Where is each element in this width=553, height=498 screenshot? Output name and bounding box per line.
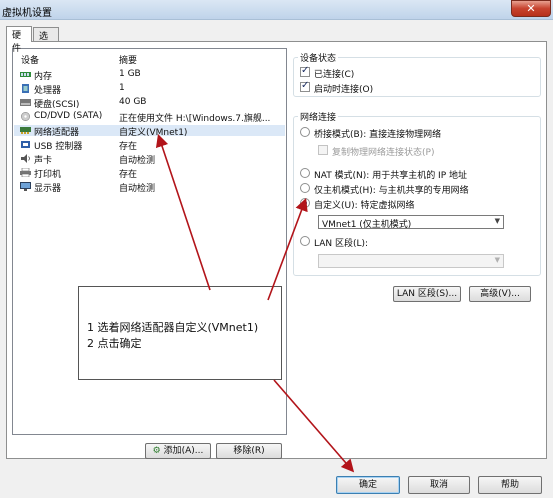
device-summary: 自定义(VMnet1): [119, 128, 188, 138]
device-name: 内存: [34, 72, 53, 82]
device-name: CD/DVD (SATA): [34, 111, 103, 121]
sound-card-icon: [21, 154, 30, 163]
device-name: 处理器: [34, 86, 62, 96]
device-summary: 自动检测: [119, 184, 156, 194]
instruction-step-2: 2 点击确定: [87, 337, 142, 350]
network-adapter-icon: [20, 127, 31, 134]
device-row-usb-controller[interactable]: USB 控制器 存在: [14, 139, 285, 152]
nat-label: NAT 模式(N): 用于共享主机的 IP 地址: [314, 171, 468, 181]
device-row-display[interactable]: 显示器 自动检测: [14, 181, 285, 194]
lan-segments-button[interactable]: LAN 区段(S)...: [393, 286, 461, 302]
window-title: 虚拟机设置: [2, 8, 52, 19]
bridged-radio[interactable]: [300, 127, 310, 137]
cancel-button[interactable]: 取消: [408, 476, 470, 494]
device-summary: 正在使用文件 H:\[Windows.7.旗舰...: [119, 114, 271, 124]
device-summary: 1: [119, 83, 125, 93]
vm-settings-window: 虚拟机设置 ✕ 硬件 选项 设备 摘要 内存 1 GB 处理器 1 硬盘(SCS…: [0, 0, 553, 498]
device-name: USB 控制器: [34, 142, 83, 152]
chevron-down-icon: ▼: [494, 256, 500, 264]
connected-label: 已连接(C): [314, 70, 355, 80]
connect-at-power-on-label: 启动时连接(O): [314, 85, 374, 95]
host-only-radio[interactable]: [300, 183, 310, 193]
nat-radio[interactable]: [300, 168, 310, 178]
column-header-summary[interactable]: 摘要: [119, 53, 137, 66]
column-header-device[interactable]: 设备: [21, 53, 39, 66]
cd-dvd-icon: [21, 112, 30, 121]
help-button[interactable]: 帮助: [478, 476, 542, 494]
replicate-state-label: 复制物理网络连接状态(P): [332, 148, 435, 158]
custom-network-select[interactable]: VMnet1 (仅主机模式) ▼: [318, 215, 504, 230]
processor-icon: [22, 84, 29, 93]
device-row-hard-disk[interactable]: 硬盘(SCSI) 40 GB: [14, 97, 285, 110]
chevron-down-icon: ▼: [494, 217, 500, 225]
device-summary: 存在: [119, 170, 138, 180]
device-summary: 自动检测: [119, 156, 156, 166]
instruction-callout: 1 选着网络适配器自定义(VMnet1) 2 点击确定: [78, 286, 282, 380]
device-row-sound-card[interactable]: 声卡 自动检测: [14, 153, 285, 166]
device-row-printer[interactable]: 打印机 存在: [14, 167, 285, 180]
title-bar: 虚拟机设置 ✕: [0, 0, 553, 20]
device-name: 硬盘(SCSI): [34, 100, 80, 110]
advanced-button[interactable]: 高级(V)...: [469, 286, 531, 302]
add-device-label: 添加(A)...: [163, 446, 204, 456]
tab-hardware[interactable]: 硬件: [6, 26, 32, 54]
device-row-memory[interactable]: 内存 1 GB: [14, 69, 285, 82]
lan-segment-label: LAN 区段(L):: [314, 239, 369, 249]
device-row-cd-dvd[interactable]: CD/DVD (SATA) 正在使用文件 H:\[Windows.7.旗舰...: [14, 111, 285, 124]
host-only-label: 仅主机模式(H): 与主机共享的专用网络: [314, 186, 469, 196]
lan-segment-radio[interactable]: [300, 236, 310, 246]
device-row-processor[interactable]: 处理器 1: [14, 83, 285, 96]
remove-device-button[interactable]: 移除(R): [216, 443, 282, 459]
device-summary: 1 GB: [119, 69, 141, 79]
connect-at-power-on-checkbox[interactable]: [300, 80, 310, 92]
device-name: 声卡: [34, 156, 53, 166]
lan-segment-select[interactable]: ▼: [318, 254, 504, 268]
add-device-button[interactable]: ⚙ 添加(A)...: [145, 443, 211, 459]
memory-icon: [20, 72, 31, 77]
add-device-icon: ⚙: [152, 446, 161, 456]
device-name: 网络适配器: [34, 128, 80, 138]
network-connection-group: 网络连接: [293, 110, 541, 276]
close-button[interactable]: ✕: [511, 0, 551, 17]
instruction-step-1: 1 选着网络适配器自定义(VMnet1): [87, 321, 259, 334]
replicate-state-checkbox[interactable]: [318, 145, 328, 155]
connected-checkbox[interactable]: [300, 65, 310, 77]
device-name: 打印机: [34, 170, 62, 180]
custom-network-value: VMnet1 (仅主机模式): [322, 220, 412, 230]
network-connection-legend: 网络连接: [298, 110, 339, 123]
device-row-network-adapter[interactable]: 网络适配器 自定义(VMnet1): [14, 125, 285, 138]
usb-controller-icon: [21, 141, 30, 148]
device-name: 显示器: [34, 184, 62, 194]
device-status-legend: 设备状态: [298, 51, 339, 64]
device-summary: 存在: [119, 142, 138, 152]
hard-disk-icon: [20, 99, 31, 106]
custom-radio[interactable]: [300, 198, 310, 208]
display-icon: [20, 182, 31, 191]
bridged-label: 桥接模式(B): 直接连接物理网络: [314, 130, 442, 140]
close-icon: ✕: [526, 2, 536, 15]
custom-label: 自定义(U): 特定虚拟网络: [314, 201, 415, 211]
ok-button[interactable]: 确定: [336, 476, 400, 494]
printer-icon: [20, 168, 31, 177]
tab-options[interactable]: 选项: [33, 27, 59, 55]
device-summary: 40 GB: [119, 97, 147, 107]
